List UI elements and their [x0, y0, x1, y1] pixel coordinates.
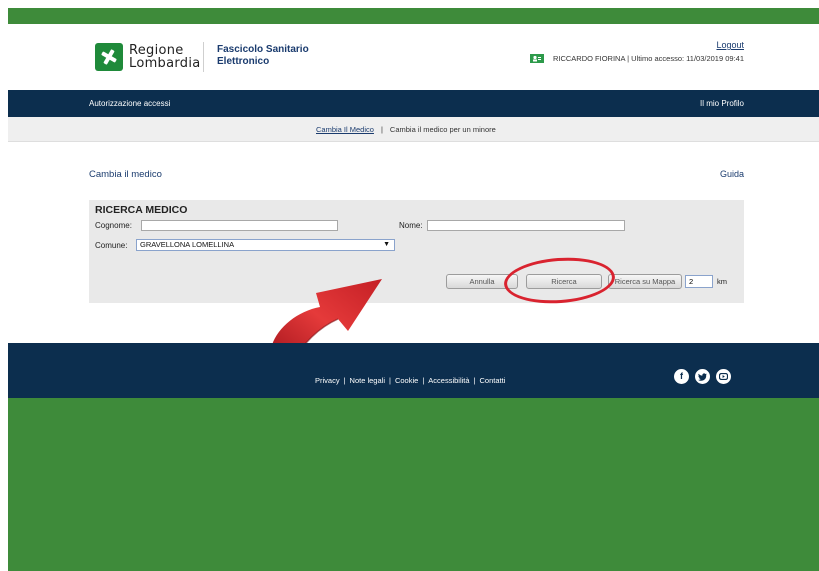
logo-mark-icon [95, 43, 123, 71]
service-title-line2: Elettronico [217, 56, 270, 67]
page: Regione Lombardia Fascicolo Sanitario El… [8, 24, 819, 398]
name-label: Nome: [399, 221, 423, 230]
service-title: Fascicolo Sanitario Elettronico [217, 44, 309, 68]
footer-separator: | [389, 376, 391, 385]
main-navbar: Autorizzazione accessi Il mio Profilo [8, 90, 819, 117]
search-panel: RICERCA MEDICO Cognome: Nome: Comune: GR… [89, 200, 744, 307]
footer-separator: | [473, 376, 476, 385]
footer-link-note-legali[interactable]: Note legali [350, 376, 385, 385]
nav-autorizzazione-accessi[interactable]: Autorizzazione accessi [89, 99, 170, 108]
page-title: Cambia il medico [89, 169, 162, 180]
user-card-icon [529, 54, 544, 63]
social-links: f [674, 369, 731, 384]
map-search-button[interactable]: Ricerca su Mappa [608, 274, 682, 289]
sub-navbar: Cambia Il Medico | Cambia il medico per … [8, 117, 819, 142]
name-input[interactable] [427, 220, 625, 231]
footer-separator: | [343, 376, 346, 385]
subnav-cambia-medico[interactable]: Cambia Il Medico [316, 125, 374, 134]
footer-links: Privacy | Note legali | Cookie | Accessi… [315, 376, 505, 385]
search-panel-title: RICERCA MEDICO [95, 204, 188, 216]
km-label: km [717, 277, 727, 286]
twitter-icon[interactable] [695, 369, 710, 384]
highlight-circle [502, 254, 617, 307]
logo-text: Regione Lombardia [129, 44, 201, 70]
help-link[interactable]: Guida [720, 169, 744, 179]
facebook-icon[interactable]: f [674, 369, 689, 384]
dropdown-arrow-icon: ▼ [383, 241, 390, 248]
nav-mio-profilo[interactable]: Il mio Profilo [700, 99, 744, 108]
logo-line2: Lombardia [129, 56, 201, 71]
subnav-cambia-medico-minore[interactable]: Cambia il medico per un minore [390, 125, 496, 134]
logout-link[interactable]: Logout [716, 40, 744, 50]
footer-link-privacy[interactable]: Privacy [315, 376, 340, 385]
footer-link-cookie[interactable]: Cookie [395, 376, 418, 385]
surname-label: Cognome: [95, 221, 132, 230]
footer: Privacy | Note legali | Cookie | Accessi… [8, 343, 819, 398]
subnav-separator: | [380, 125, 383, 134]
comune-selected-value: GRAVELLONA LOMELLINA [140, 240, 235, 249]
footer-separator: | [422, 376, 425, 385]
user-info: RICCARDO FIORINA | Ultimo accesso: 11/03… [529, 54, 744, 63]
footer-link-accessibilita[interactable]: Accessibilità [428, 376, 469, 385]
comune-select[interactable]: GRAVELLONA LOMELLINA ▼ [136, 239, 395, 251]
regione-lombardia-logo[interactable]: Regione Lombardia [95, 43, 201, 71]
surname-input[interactable] [141, 220, 338, 231]
km-input[interactable]: 2 [685, 275, 713, 288]
service-title-line1: Fascicolo Sanitario [217, 44, 309, 55]
youtube-icon[interactable] [716, 369, 731, 384]
header-divider [203, 42, 204, 72]
footer-link-contatti[interactable]: Contatti [479, 376, 505, 385]
comune-label: Comune: [95, 241, 128, 250]
user-info-text: RICCARDO FIORINA | Ultimo accesso: 11/03… [552, 54, 744, 63]
